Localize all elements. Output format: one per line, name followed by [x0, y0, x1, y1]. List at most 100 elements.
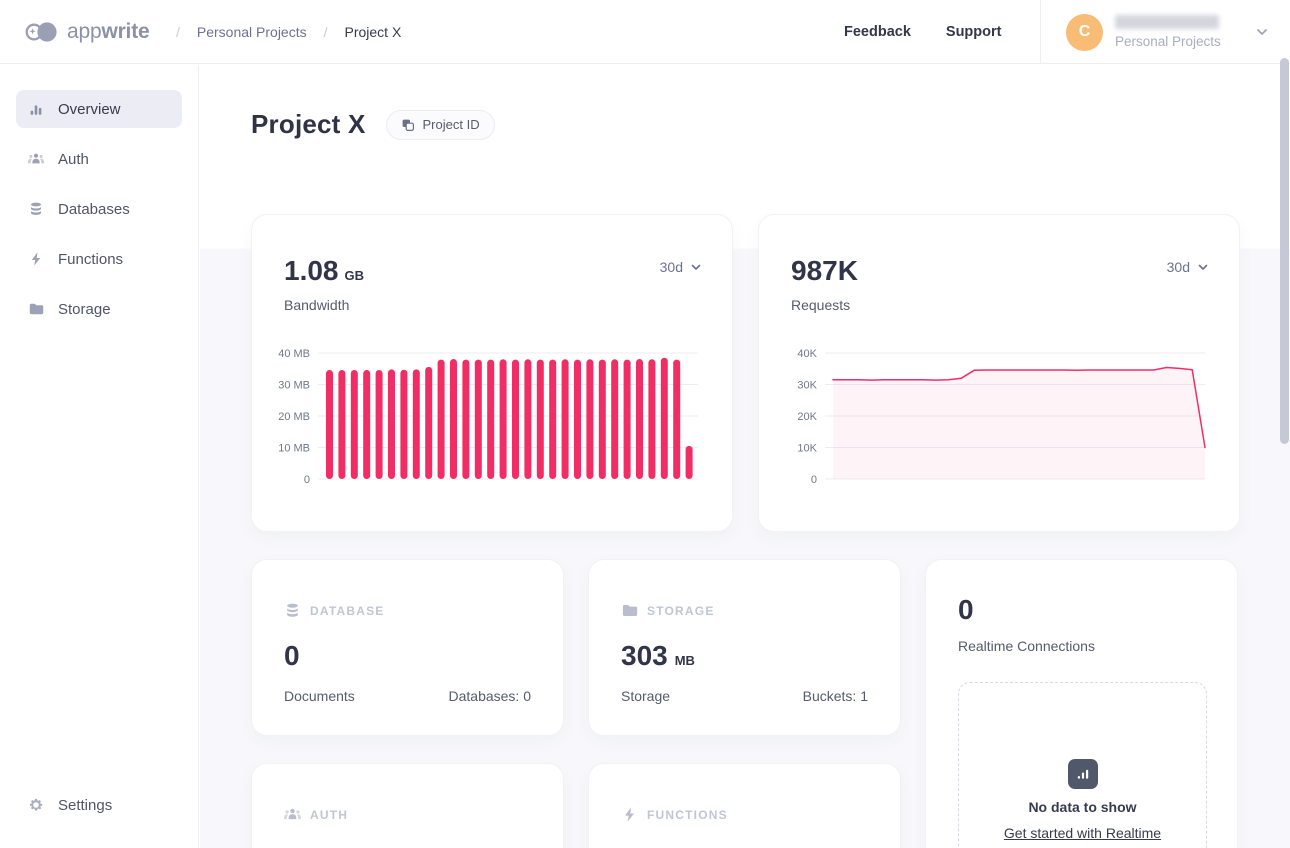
bandwidth-label: Bandwidth [284, 297, 349, 313]
page-head: Project X Project ID [251, 109, 495, 140]
storage-size: 303MB [621, 640, 695, 672]
account-name-redacted [1115, 15, 1219, 29]
sidebar-item-label: Overview [58, 101, 121, 118]
realtime-empty-state: No data to show Get started with Realtim… [958, 682, 1207, 848]
feedback-link[interactable]: Feedback [844, 24, 911, 40]
svg-text:20 MB: 20 MB [278, 411, 310, 423]
sidebar-item-overview[interactable]: Overview [16, 90, 182, 128]
database-stat-row: Documents Databases: 0 [284, 688, 531, 704]
project-id-badge-label: Project ID [423, 117, 480, 132]
requests-value: 987K [791, 255, 858, 287]
account-text: Personal Projects [1115, 15, 1221, 49]
auth-card[interactable]: AUTH [251, 763, 564, 848]
database-card-title: DATABASE [310, 604, 385, 618]
account-org-label: Personal Projects [1115, 34, 1221, 49]
page-title: Project X [251, 109, 366, 140]
functions-card[interactable]: FUNCTIONS [588, 763, 901, 848]
database-card[interactable]: DATABASE 0 Documents Databases: 0 [251, 559, 564, 736]
requests-range-select[interactable]: 30d [1167, 259, 1209, 275]
storage-card-title: STORAGE [647, 604, 715, 618]
storage-label: Storage [621, 688, 670, 704]
storage-unit: MB [675, 653, 695, 668]
breadcrumb-separator: / [176, 24, 180, 40]
svg-text:0: 0 [811, 474, 817, 486]
bandwidth-value: 1.08GB [284, 255, 364, 287]
buckets-count: Buckets: 1 [803, 688, 868, 704]
svg-text:0: 0 [304, 474, 310, 486]
functions-card-title: FUNCTIONS [647, 808, 728, 822]
realtime-connections-count: 0 [958, 594, 974, 626]
documents-label: Documents [284, 688, 355, 704]
svg-text:10 MB: 10 MB [278, 443, 310, 455]
documents-count: 0 [284, 640, 300, 672]
bandwidth-bar-chart: 0 10 MB 20 MB 30 MB 40 MB [264, 345, 710, 497]
bandwidth-unit: GB [345, 268, 365, 283]
avatar: C [1066, 14, 1103, 51]
top-bar: appwrite / Personal Projects / Project X… [0, 0, 1290, 64]
appwrite-logo-text: appwrite [67, 20, 149, 44]
sidebar-item-functions[interactable]: Functions [16, 240, 182, 278]
svg-text:10K: 10K [797, 443, 817, 455]
sidebar-item-label: Databases [58, 201, 130, 218]
svg-text:30K: 30K [797, 380, 817, 392]
database-icon [28, 201, 44, 217]
functions-card-header: FUNCTIONS [621, 806, 728, 823]
folder-icon [621, 602, 638, 619]
lightning-icon [28, 251, 44, 267]
databases-count: Databases: 0 [449, 688, 532, 704]
lightning-icon [621, 806, 638, 823]
bandwidth-card: 1.08GB Bandwidth 30d 0 10 MB 20 MB 30 MB 40 … [251, 214, 733, 532]
support-link[interactable]: Support [946, 24, 1002, 40]
database-icon [284, 602, 301, 619]
breadcrumb-project-x[interactable]: Project X [345, 24, 402, 40]
appwrite-logo-icon [24, 20, 58, 44]
storage-card-header: STORAGE [621, 602, 715, 619]
folder-icon [28, 301, 44, 317]
storage-card[interactable]: STORAGE 303MB Storage Buckets: 1 [588, 559, 901, 736]
account-menu[interactable]: C Personal Projects [1066, 0, 1269, 64]
breadcrumb-personal-projects[interactable]: Personal Projects [197, 24, 307, 40]
header-divider [1040, 0, 1041, 64]
appwrite-logo[interactable]: appwrite [24, 0, 149, 64]
svg-text:40 MB: 40 MB [278, 348, 310, 360]
svg-text:20K: 20K [797, 411, 817, 423]
project-id-badge[interactable]: Project ID [386, 110, 495, 140]
main-content: Project X Project ID 1.08GB Bandwidth 30… [200, 65, 1290, 848]
sidebar-item-settings[interactable]: Settings [16, 786, 182, 824]
bar-chart-icon [28, 101, 44, 117]
sidebar-item-auth[interactable]: Auth [16, 140, 182, 178]
realtime-connections-label: Realtime Connections [958, 638, 1095, 654]
users-icon [28, 151, 44, 167]
sidebar: Overview Auth Databases Functions Storag… [0, 65, 199, 848]
vertical-scrollbar[interactable] [1280, 58, 1289, 444]
users-icon [284, 806, 301, 823]
database-card-header: DATABASE [284, 602, 385, 619]
sidebar-item-label: Functions [58, 251, 123, 268]
realtime-card: 0 Realtime Connections No data to show G… [925, 559, 1238, 848]
requests-line-chart: 0 10K 20K 30K 40K [771, 345, 1217, 497]
chevron-down-icon [1197, 261, 1209, 273]
copy-icon [401, 118, 415, 132]
svg-text:40K: 40K [797, 348, 817, 360]
sidebar-item-label: Storage [58, 301, 111, 318]
header-nav: Feedback Support [844, 0, 1001, 64]
auth-card-title: AUTH [310, 808, 348, 822]
storage-stat-row: Storage Buckets: 1 [621, 688, 868, 704]
chevron-down-icon [690, 261, 702, 273]
gear-icon [28, 797, 44, 813]
sidebar-item-databases[interactable]: Databases [16, 190, 182, 228]
breadcrumb: / Personal Projects / Project X [176, 0, 401, 64]
sidebar-item-label: Settings [58, 797, 112, 814]
requests-card: 987K Requests 30d 0 10K 20K 30K 40K [758, 214, 1240, 532]
chevron-down-icon [1255, 25, 1269, 39]
bandwidth-range-select[interactable]: 30d [660, 259, 702, 275]
requests-label: Requests [791, 297, 850, 313]
breadcrumb-separator: / [324, 24, 328, 40]
get-started-realtime-link[interactable]: Get started with Realtime [1004, 825, 1161, 841]
no-data-text: No data to show [1028, 799, 1136, 815]
auth-card-header: AUTH [284, 806, 348, 823]
svg-text:30 MB: 30 MB [278, 380, 310, 392]
chart-placeholder-icon [1068, 759, 1098, 789]
sidebar-item-label: Auth [58, 151, 89, 168]
sidebar-item-storage[interactable]: Storage [16, 290, 182, 328]
